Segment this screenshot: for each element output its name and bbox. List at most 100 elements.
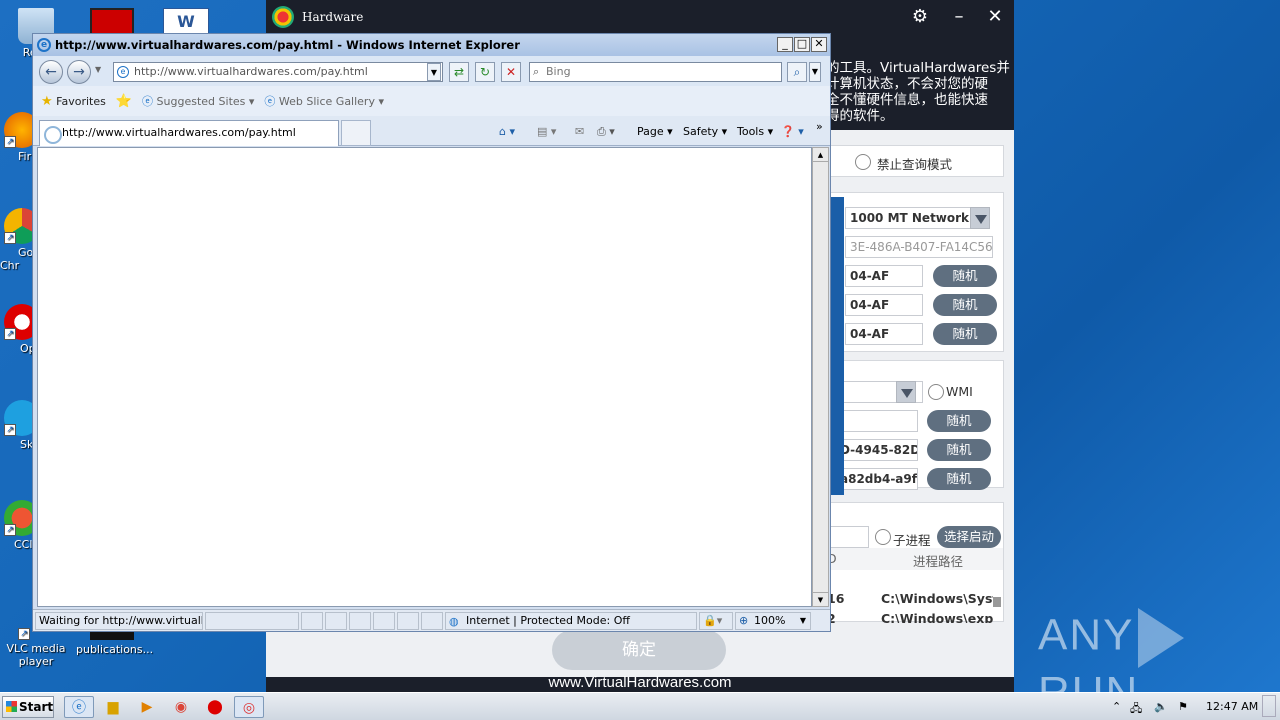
home-icon[interactable]: ⌂ ▾ <box>499 125 515 138</box>
random-button-6[interactable]: 随机 <box>927 468 991 490</box>
print-icon[interactable]: ⎙ ▾ <box>597 125 615 139</box>
random-button-3[interactable]: 随机 <box>933 323 997 345</box>
disk-field-3[interactable]: a82db4-a9f <box>835 468 918 490</box>
add-favorite-icon[interactable]: ⭐ <box>116 94 132 109</box>
start-button[interactable]: Start <box>2 696 54 718</box>
address-bar[interactable]: http://www.virtualhardwares.com/pay.html <box>113 62 443 82</box>
disable-query-radio[interactable] <box>855 154 871 170</box>
ie-title: http://www.virtualhardwares.com/pay.html… <box>55 38 520 52</box>
disk-field-2[interactable]: D-4945-82D <box>835 439 918 461</box>
zoom-control[interactable]: ⊕ 100% ▼ <box>735 612 811 630</box>
taskbar: Start ⓔ ▆ ▶ ◉ ⬤ ◎ ⌃ 🖧 🔈 ⚑ 12:47 AM <box>0 692 1280 720</box>
zoom-icon: ⊕ <box>739 614 749 627</box>
clock[interactable]: 12:47 AM <box>1206 700 1258 713</box>
zone-indicator[interactable]: ◍ Internet | Protected Mode: Off <box>445 612 697 630</box>
close-button[interactable]: ✕ <box>984 6 1006 27</box>
vh-logo-icon <box>272 6 294 28</box>
random-button-4[interactable]: 随机 <box>927 410 991 432</box>
page-menu[interactable]: Page ▾ <box>637 125 673 138</box>
confirm-button[interactable]: 确定 <box>552 630 726 670</box>
taskbar-explorer-icon[interactable]: ▆ <box>98 696 128 718</box>
status-bar: Waiting for http://www.virtualhar ◍ Inte… <box>33 609 830 631</box>
zoom-dropdown-icon[interactable]: ▼ <box>800 613 806 629</box>
protected-mode-icon[interactable]: 🔒▾ <box>699 612 733 630</box>
refresh-icon[interactable]: ↻ <box>475 62 495 82</box>
read-mail-icon[interactable]: ✉ <box>575 125 584 138</box>
history-dropdown-icon[interactable]: ▼ <box>95 65 101 74</box>
status-cell-2 <box>325 612 347 630</box>
network-card-dropdown-icon[interactable] <box>970 207 990 229</box>
tools-menu[interactable]: Tools ▾ <box>737 125 773 138</box>
site-url[interactable]: www.VirtualHardwares.com <box>266 674 1014 691</box>
web-slice-gallery-link[interactable]: ⓔ Web Slice Gallery ▾ <box>264 93 384 109</box>
mac-field-2[interactable]: 04-AF <box>845 294 923 316</box>
guid-field[interactable]: 3E-486A-B407-FA14C56E <box>845 236 993 258</box>
tray-expand-icon[interactable]: ⌃ <box>1112 700 1121 713</box>
child-process-radio[interactable] <box>875 529 891 545</box>
scroll-down-arrow-icon[interactable]: ▼ <box>813 592 828 606</box>
show-desktop-button[interactable] <box>1262 695 1276 717</box>
search-icon[interactable]: ⌕ <box>787 62 807 82</box>
stop-icon[interactable]: ✕ <box>501 62 521 82</box>
status-text: Waiting for http://www.virtualhar <box>35 612 203 630</box>
action-center-flag-icon[interactable]: ⚑ <box>1178 700 1188 713</box>
taskbar-vh-icon[interactable]: ◎ <box>234 696 264 718</box>
taskbar-ie-icon[interactable]: ⓔ <box>64 696 94 718</box>
volume-icon[interactable]: 🔈 <box>1154 700 1168 713</box>
taskbar-opera-icon[interactable]: ⬤ <box>200 696 230 718</box>
ie-minimize-button[interactable]: _ <box>777 37 793 52</box>
disk-panel: WMI 随机 D-4945-82D 随机 a82db4-a9f 随机 <box>824 360 1004 490</box>
scroll-up-arrow-icon[interactable]: ▲ <box>813 148 828 162</box>
process-field[interactable] <box>825 526 869 548</box>
compat-view-icon[interactable]: ⇄ <box>449 62 469 82</box>
disable-query-label: 禁止查询模式 <box>877 157 953 172</box>
network-icon[interactable]: 🖧 <box>1130 700 1142 719</box>
settings-gear-icon[interactable]: ⚙ <box>909 6 931 27</box>
taskbar-media-player-icon[interactable]: ▶ <box>132 696 162 718</box>
ie-page-icon: ⓔ <box>142 95 154 108</box>
table-scrollbar[interactable] <box>993 597 1001 607</box>
mac-field-3[interactable]: 04-AF <box>845 323 923 345</box>
ie-logo-icon: e <box>37 38 51 52</box>
select-launch-button[interactable]: 选择启动 <box>937 526 1001 548</box>
ie-page-icon: ⓔ <box>264 95 276 108</box>
desktop-icon-vlc[interactable]: ↗ VLC media player <box>4 626 68 668</box>
mac-field-1[interactable]: 04-AF <box>845 265 923 287</box>
new-tab-button[interactable] <box>341 120 371 146</box>
word-icon[interactable]: W <box>163 8 209 36</box>
forward-arrow-icon[interactable]: → <box>67 60 91 84</box>
favorites-button[interactable]: ★ Favorites <box>41 94 106 109</box>
ie-close-button[interactable]: ✕ <box>811 37 827 52</box>
safety-menu[interactable]: Safety ▾ <box>683 125 727 138</box>
wmi-radio[interactable] <box>928 384 944 400</box>
search-input[interactable]: Bing <box>529 62 782 82</box>
star-icon: ★ <box>41 93 53 109</box>
status-cell-5 <box>397 612 419 630</box>
random-button-2[interactable]: 随机 <box>933 294 997 316</box>
search-options-icon[interactable]: ▼ <box>809 62 821 82</box>
disk-field-1[interactable] <box>835 410 918 432</box>
vertical-scrollbar[interactable]: ▲ ▼ <box>812 147 829 607</box>
table-row[interactable]: 16 C:\Windows\Syster <box>825 591 995 609</box>
address-dropdown-icon[interactable]: ▼ <box>427 63 441 81</box>
feeds-icon[interactable]: ▤ ▾ <box>537 125 556 138</box>
bing-icon: ⌕ <box>533 65 540 78</box>
random-button-1[interactable]: 随机 <box>933 265 997 287</box>
taskbar-chrome-icon[interactable]: ◉ <box>166 696 196 718</box>
back-arrow-icon[interactable]: ← <box>39 60 63 84</box>
more-commands-icon[interactable]: » <box>816 120 823 133</box>
ie-maximize-button[interactable]: □ <box>794 37 810 52</box>
status-cell-4 <box>373 612 395 630</box>
table-row[interactable]: 2 C:\Windows\explo <box>825 611 995 623</box>
minimize-button[interactable]: – <box>948 6 970 27</box>
network-card-select[interactable]: 1000 MT Network Co <box>845 207 981 229</box>
acrobat-icon[interactable] <box>90 8 134 36</box>
suggested-sites-link[interactable]: ⓔ Suggested Sites ▾ <box>142 93 254 109</box>
random-button-5[interactable]: 随机 <box>927 439 991 461</box>
network-panel: 1000 MT Network Co 3E-486A-B407-FA14C56E… <box>824 192 1004 352</box>
vh-title: Hardware <box>302 10 364 24</box>
help-icon[interactable]: ❓ ▾ <box>781 125 804 138</box>
page-content[interactable] <box>37 147 812 607</box>
tab-pay-page[interactable]: http://www.virtualhardwares.com/pay.html <box>39 120 339 146</box>
disk-dropdown-icon[interactable] <box>896 381 916 403</box>
